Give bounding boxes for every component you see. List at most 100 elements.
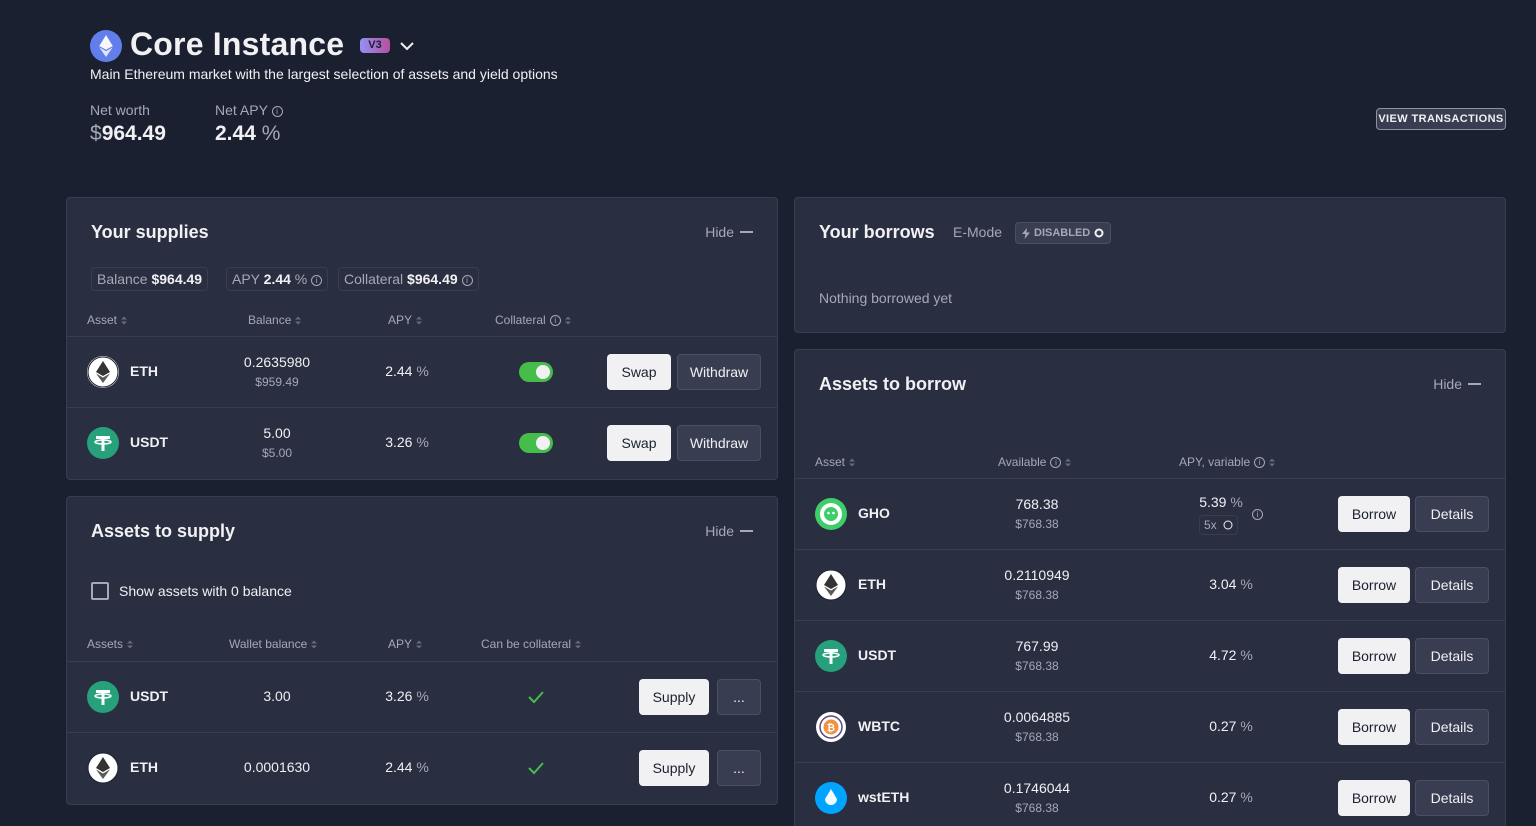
discount-multiplier-badge[interactable]: 5x bbox=[1199, 515, 1238, 535]
asset-name: ETH bbox=[130, 759, 158, 775]
collateral-chip: Collateral $964.49 i bbox=[338, 267, 479, 291]
view-transactions-button[interactable]: VIEW TRANSACTIONS bbox=[1376, 108, 1506, 130]
your-borrows-panel: Your borrows E-Mode DISABLED Nothing bor… bbox=[794, 197, 1506, 333]
apy-value: 0.27 % bbox=[1209, 718, 1253, 734]
emode-label: E-Mode bbox=[953, 224, 1003, 240]
info-icon[interactable]: i bbox=[1252, 509, 1263, 520]
supply-button[interactable]: Supply bbox=[639, 679, 709, 715]
available-usd: $768.38 bbox=[1015, 517, 1059, 531]
info-icon[interactable]: i bbox=[271, 105, 283, 117]
info-icon[interactable]: i bbox=[461, 274, 473, 286]
eth-icon bbox=[815, 569, 847, 601]
details-button[interactable]: Details bbox=[1415, 567, 1489, 603]
supply-button[interactable]: Supply bbox=[639, 750, 709, 786]
apy-value: 3.04 % bbox=[1209, 576, 1253, 592]
check-icon bbox=[528, 762, 544, 775]
available-usd: $768.38 bbox=[1015, 588, 1059, 602]
available-usd: $768.38 bbox=[1015, 659, 1059, 673]
hide-assets-to-supply-button[interactable]: Hide bbox=[705, 523, 753, 539]
table-row: GHO 768.38 $768.38 5.39 % 5x i Borrow De… bbox=[795, 478, 1505, 549]
hide-supplies-button[interactable]: Hide bbox=[705, 224, 753, 240]
table-row: wstETH 0.1746044 $768.38 0.27 % Borrow D… bbox=[795, 762, 1505, 826]
asset-name: USDT bbox=[130, 434, 169, 450]
market-description: Main Ethereum market with the largest se… bbox=[90, 66, 558, 82]
column-apy[interactable]: APY bbox=[388, 637, 423, 651]
emode-status-button[interactable]: DISABLED bbox=[1015, 222, 1112, 244]
usdt-icon bbox=[87, 681, 119, 713]
asset-name: ETH bbox=[130, 363, 158, 379]
column-assets[interactable]: Assets bbox=[87, 637, 134, 651]
balance-chip: Balance $964.49 bbox=[91, 267, 209, 291]
column-collateral[interactable]: Collateral i bbox=[495, 313, 571, 327]
eth-icon bbox=[87, 752, 119, 784]
market-selector-chevron-icon[interactable] bbox=[398, 37, 416, 55]
net-worth-value: $964.49 bbox=[90, 122, 166, 145]
withdraw-button[interactable]: Withdraw bbox=[677, 354, 761, 390]
gho-icon bbox=[815, 498, 847, 530]
borrow-button[interactable]: Borrow bbox=[1338, 638, 1410, 674]
details-button[interactable]: Details bbox=[1415, 638, 1489, 674]
checkbox-icon[interactable] bbox=[91, 582, 109, 600]
svg-text:₿: ₿ bbox=[827, 722, 835, 734]
column-asset[interactable]: Asset bbox=[87, 313, 128, 327]
collateral-toggle[interactable] bbox=[519, 433, 553, 453]
page-title: Core Instance bbox=[130, 26, 345, 62]
net-apy-value: 2.44 % bbox=[215, 122, 281, 145]
column-asset[interactable]: Asset bbox=[815, 455, 856, 469]
swap-button[interactable]: Swap bbox=[607, 354, 671, 390]
details-button[interactable]: Details bbox=[1415, 709, 1489, 745]
table-row: USDT 3.00 3.26 % Supply ... bbox=[67, 661, 777, 732]
net-worth-label: Net worth bbox=[90, 102, 150, 118]
column-balance[interactable]: Balance bbox=[248, 313, 302, 327]
assets-to-supply-panel: Assets to supply Hide Show assets with 0… bbox=[66, 496, 778, 805]
table-row: ETH 0.2635980 $959.49 2.44 % Swap Withdr… bbox=[67, 336, 777, 407]
collateral-toggle[interactable] bbox=[519, 362, 553, 382]
asset-name: GHO bbox=[858, 505, 890, 521]
details-button[interactable]: Details bbox=[1415, 496, 1489, 532]
assets-to-supply-title: Assets to supply bbox=[91, 521, 236, 541]
asset-name: ETH bbox=[858, 576, 886, 592]
net-apy-label: Net APY i bbox=[215, 102, 283, 118]
column-can-be-collateral[interactable]: Can be collateral bbox=[481, 637, 582, 651]
borrow-button[interactable]: Borrow bbox=[1338, 780, 1410, 816]
swap-button[interactable]: Swap bbox=[607, 425, 671, 461]
column-apy[interactable]: APY bbox=[388, 313, 423, 327]
hide-assets-to-borrow-button[interactable]: Hide bbox=[1433, 376, 1481, 392]
ethereum-market-icon bbox=[90, 30, 122, 62]
apy-value: 0.27 % bbox=[1209, 789, 1253, 805]
apy-value: 3.26 % bbox=[385, 434, 429, 450]
table-row: ETH 0.2110949 $768.38 3.04 % Borrow Deta… bbox=[795, 549, 1505, 620]
more-options-button[interactable]: ... bbox=[717, 750, 761, 786]
borrow-button[interactable]: Borrow bbox=[1338, 567, 1410, 603]
withdraw-button[interactable]: Withdraw bbox=[677, 425, 761, 461]
your-borrows-title: Your borrows bbox=[819, 222, 935, 242]
apy-value: 5.39 % bbox=[1199, 494, 1243, 510]
wallet-balance-value: 0.0001630 bbox=[243, 759, 311, 775]
more-options-button[interactable]: ... bbox=[717, 679, 761, 715]
info-icon[interactable]: i bbox=[1050, 456, 1062, 468]
show-zero-balance-checkbox[interactable]: Show assets with 0 balance bbox=[91, 582, 292, 600]
available-usd: $768.38 bbox=[1015, 801, 1059, 815]
info-icon[interactable]: i bbox=[549, 314, 561, 326]
stkaave-icon bbox=[1223, 520, 1233, 530]
borrow-button[interactable]: Borrow bbox=[1338, 709, 1410, 745]
table-row: USDT 5.00 $5.00 3.26 % Swap Withdraw bbox=[67, 407, 777, 478]
column-wallet-balance[interactable]: Wallet balance bbox=[229, 637, 318, 651]
table-row: ₿ WBTC 0.0064885 $768.38 0.27 % Borrow D… bbox=[795, 691, 1505, 762]
borrow-button[interactable]: Borrow bbox=[1338, 496, 1410, 532]
assets-to-borrow-panel: Assets to borrow Hide Asset Available i A… bbox=[794, 349, 1506, 826]
usdt-icon bbox=[87, 427, 119, 459]
lightning-icon bbox=[1022, 227, 1030, 239]
eth-icon bbox=[87, 356, 119, 388]
check-icon bbox=[528, 691, 544, 704]
wallet-balance-value: 3.00 bbox=[263, 688, 291, 704]
asset-name: wstETH bbox=[858, 789, 910, 805]
info-icon[interactable]: i bbox=[311, 274, 323, 286]
apy-value: 2.44 % bbox=[385, 759, 429, 775]
info-icon[interactable]: i bbox=[1254, 456, 1266, 468]
details-button[interactable]: Details bbox=[1415, 780, 1489, 816]
available-value: 0.0064885 bbox=[1003, 709, 1071, 725]
column-apy-variable[interactable]: APY, variable i bbox=[1179, 455, 1276, 469]
table-row: USDT 767.99 $768.38 4.72 % Borrow Detail… bbox=[795, 620, 1505, 691]
column-available[interactable]: Available i bbox=[998, 455, 1072, 469]
